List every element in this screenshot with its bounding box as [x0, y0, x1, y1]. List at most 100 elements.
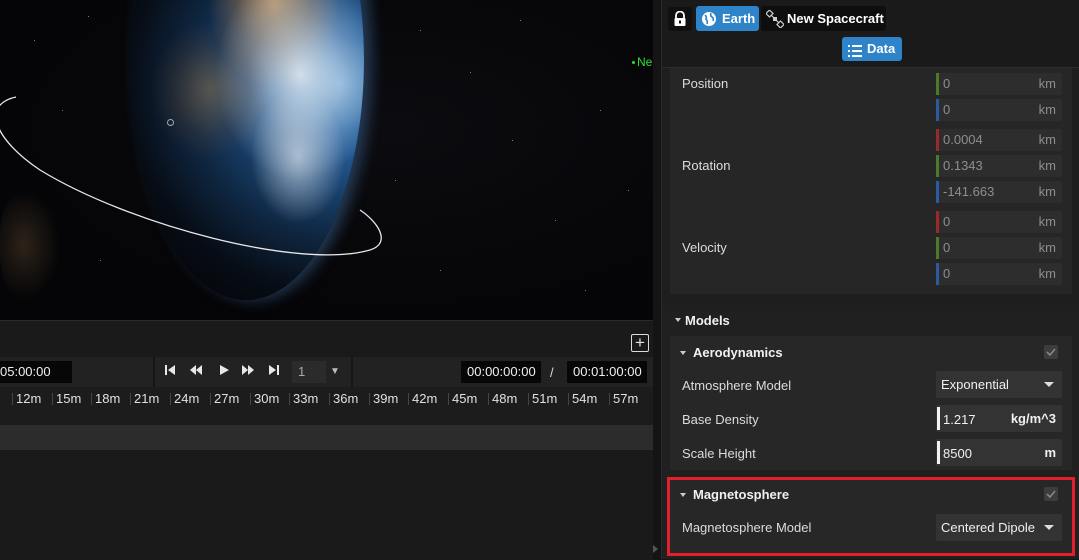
tick-label: 42m	[407, 391, 438, 406]
tick-label: 54m	[567, 391, 598, 406]
rewind-icon[interactable]	[186, 363, 206, 381]
axis-bar	[936, 73, 939, 95]
data-button[interactable]: Data	[842, 37, 902, 61]
velocity-z-field[interactable]: 0 km	[936, 263, 1062, 285]
base-density-label: Base Density	[682, 412, 759, 427]
tick-label: 27m	[209, 391, 240, 406]
atmosphere-model-label: Atmosphere Model	[682, 378, 792, 393]
start-time-field[interactable]: 00:00:00:00	[461, 361, 541, 383]
skip-to-end-icon[interactable]	[264, 363, 284, 381]
target-marker-icon[interactable]	[167, 119, 174, 126]
aerodynamics-title[interactable]: Aerodynamics	[693, 345, 783, 360]
skip-to-start-icon[interactable]	[160, 363, 180, 381]
tab-earth[interactable]: Earth	[696, 6, 759, 31]
tick-label: 57m	[608, 391, 639, 406]
velocity-x-field[interactable]: 0 km	[936, 211, 1062, 233]
dropdown-value: Exponential	[941, 377, 1009, 392]
tick-label: 45m	[447, 391, 478, 406]
timeline-track[interactable]	[0, 425, 653, 450]
rotation-y-field[interactable]: 0.1343 km	[936, 155, 1062, 177]
field-value: 8500	[943, 446, 972, 461]
value-bar	[937, 441, 940, 464]
field-value: 0	[943, 240, 951, 255]
toolbar-divider	[153, 357, 155, 387]
field-unit: km	[1038, 214, 1056, 229]
splitter-arrow-icon[interactable]	[653, 545, 658, 553]
timeline-ruler[interactable]: 12m 15m 18m 21m 24m 27m 30m 33m 36m 39m …	[0, 387, 653, 425]
rotation-x-field[interactable]: 0.0004 km	[936, 129, 1062, 151]
tick-label: 36m	[328, 391, 359, 406]
highlight-box	[667, 477, 1075, 556]
field-value: 1.217	[943, 412, 976, 427]
plus-square-icon[interactable]: +	[631, 334, 649, 352]
panel-splitter[interactable]	[653, 0, 661, 559]
field-value: -141.663	[943, 184, 995, 199]
position-y-field[interactable]: 0 km	[936, 99, 1062, 121]
field-value: 0.0004	[943, 132, 983, 147]
tick-label: 21m	[129, 391, 160, 406]
models-title[interactable]: Models	[685, 313, 730, 328]
time-separator: /	[550, 365, 554, 380]
end-time-field[interactable]: 00:01:00:00	[567, 361, 647, 383]
tick-label: 18m	[90, 391, 121, 406]
globe-icon	[701, 10, 717, 35]
velocity-y-field[interactable]: 0 km	[936, 237, 1062, 259]
axis-bar	[936, 129, 939, 151]
collapse-caret-icon[interactable]	[675, 318, 681, 322]
tick-label: 48m	[487, 391, 518, 406]
position-label: Position	[682, 76, 729, 91]
field-unit: km	[1038, 158, 1056, 173]
base-density-field[interactable]: 1.217 kg/m^3	[936, 405, 1062, 432]
field-unit: km	[1038, 184, 1056, 199]
rotation-z-field[interactable]: -141.663 km	[936, 181, 1062, 203]
value-bar	[937, 407, 940, 430]
field-value: 0	[943, 102, 951, 117]
spacecraft-label[interactable]: Ne	[632, 55, 652, 69]
field-unit: km	[1038, 132, 1056, 147]
3d-viewport[interactable]: Ne	[0, 0, 653, 320]
collapse-caret-icon[interactable]	[680, 351, 686, 355]
tick-label: 12m	[11, 391, 42, 406]
atmosphere-model-select[interactable]: Exponential	[936, 371, 1062, 398]
satellite-icon	[765, 9, 785, 36]
play-icon[interactable]	[214, 363, 234, 381]
field-unit: km	[1038, 240, 1056, 255]
tick-label: 39m	[368, 391, 399, 406]
tab-earth-label: Earth	[722, 11, 756, 26]
timeline-panel: + 05:00:00 1 ▼ 00:00:00:00 / 00:01:00:00…	[0, 320, 660, 560]
inspector-panel: Earth New Spacecraft Data Position 0 km …	[661, 0, 1079, 559]
field-value: 0	[943, 214, 951, 229]
axis-bar	[936, 99, 939, 121]
axis-bar	[936, 181, 939, 203]
field-unit: km	[1038, 102, 1056, 117]
list-icon	[848, 42, 862, 66]
rotation-label: Rotation	[682, 158, 731, 173]
transform-properties: Position 0 km 0 km Rotation 0.0004 km 0.…	[670, 68, 1072, 294]
tick-label: 33m	[288, 391, 319, 406]
lock-icon[interactable]	[668, 7, 692, 31]
toolbar-divider	[351, 357, 353, 387]
timeline-empty-area	[0, 450, 653, 560]
playback-controls: 05:00:00 1 ▼ 00:00:00:00 / 00:01:00:00	[0, 357, 653, 387]
axis-bar	[936, 155, 939, 177]
chevron-down-icon[interactable]: ▼	[330, 363, 340, 381]
scale-height-field[interactable]: 8500 m	[936, 439, 1062, 466]
inspector-header: Earth New Spacecraft Data	[662, 0, 1079, 68]
field-value: 0	[943, 76, 951, 91]
tab-new-spacecraft[interactable]: New Spacecraft	[761, 6, 886, 31]
axis-bar	[936, 237, 939, 259]
aerodynamics-enabled-checkbox[interactable]	[1044, 345, 1058, 359]
playback-speed-field[interactable]: 1	[292, 361, 326, 383]
tick-label: 30m	[249, 391, 280, 406]
current-time-field[interactable]: 05:00:00	[0, 361, 72, 383]
tick-label: 24m	[169, 391, 200, 406]
position-x-field[interactable]: 0 km	[936, 73, 1062, 95]
field-value: 0	[943, 266, 951, 281]
aerodynamics-panel: Aerodynamics Atmosphere Model Exponentia…	[670, 336, 1072, 470]
tick-label: 51m	[527, 391, 558, 406]
tick-label: 15m	[51, 391, 82, 406]
field-unit: m	[1044, 445, 1056, 460]
field-unit: km	[1038, 76, 1056, 91]
chevron-down-icon	[1044, 382, 1054, 387]
fast-forward-icon[interactable]	[238, 363, 258, 381]
